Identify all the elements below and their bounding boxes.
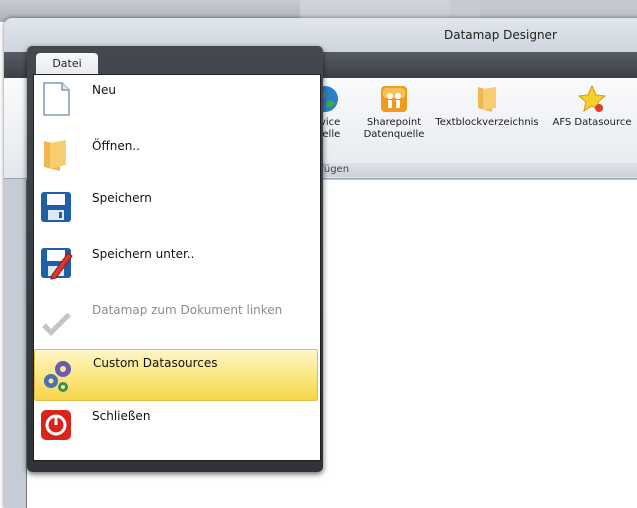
ribbon-item-label: Textblockverzeichnis bbox=[435, 117, 539, 128]
save-disk-icon bbox=[41, 192, 71, 222]
gears-icon bbox=[44, 361, 71, 392]
file-menu: Neu Öffnen.. Speichern Speichern unter.. bbox=[33, 74, 321, 461]
menu-item-neu[interactable]: Neu bbox=[34, 77, 316, 127]
save-as-icon bbox=[41, 248, 73, 280]
menu-item-label: Schließen bbox=[92, 409, 151, 423]
checkmark-icon bbox=[42, 313, 71, 336]
ribbon-item-textblockverzeichnis[interactable]: Textblockverzeichnis bbox=[432, 84, 542, 129]
ribbon-item-label: AFS Datasource bbox=[552, 117, 632, 128]
ribbon-group-label: nfügen bbox=[304, 163, 637, 177]
menu-item-label: Datamap zum Dokument linken bbox=[92, 303, 283, 317]
ribbon-item-afs-datasource[interactable]: AFS Datasource bbox=[546, 84, 637, 129]
close-power-icon bbox=[41, 410, 71, 440]
menu-item-custom-datasources[interactable]: Custom Datasources bbox=[34, 349, 318, 401]
new-document-icon bbox=[43, 82, 70, 116]
star-icon bbox=[577, 84, 607, 113]
folder-icon bbox=[478, 87, 496, 112]
menu-item-label: Speichern bbox=[92, 191, 152, 205]
ribbon-item-label: Sharepoint bbox=[366, 117, 422, 128]
menu-item-datamap-linken[interactable]: Datamap zum Dokument linken bbox=[34, 297, 316, 347]
ribbon-item-label: Datenquelle bbox=[363, 129, 425, 140]
menu-item-schliessen[interactable]: Schließen bbox=[34, 403, 316, 453]
open-folder-icon bbox=[44, 140, 66, 171]
menu-item-label: Speichern unter.. bbox=[92, 247, 195, 261]
ribbon-item-sharepoint[interactable]: Sharepoint Datenquelle bbox=[362, 84, 426, 141]
menu-item-oeffnen[interactable]: Öffnen.. bbox=[34, 129, 316, 179]
menu-item-speichern-unter[interactable]: Speichern unter.. bbox=[34, 241, 316, 291]
sharepoint-icon bbox=[381, 86, 407, 112]
window-title: Datamap Designer bbox=[444, 28, 557, 42]
menu-item-label: Öffnen.. bbox=[92, 139, 140, 153]
menu-item-speichern[interactable]: Speichern bbox=[34, 185, 316, 235]
menu-item-label: Custom Datasources bbox=[93, 356, 218, 370]
tab-datei[interactable]: Datei bbox=[36, 53, 98, 75]
menu-item-label: Neu bbox=[92, 83, 116, 97]
